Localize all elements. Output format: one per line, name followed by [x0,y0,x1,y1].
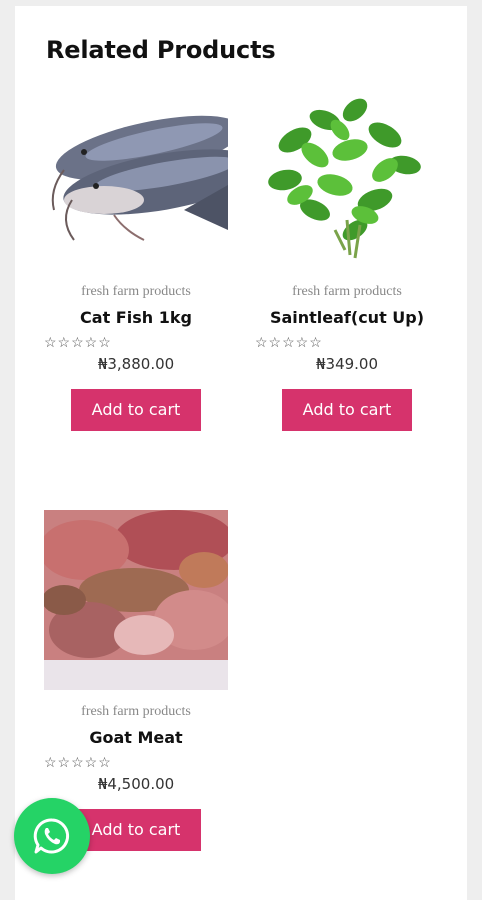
add-to-cart-button[interactable]: Add to cart [282,389,412,431]
add-to-cart-button[interactable]: Add to cart [71,389,201,431]
product-card: fresh farm products Saintleaf(cut Up) ☆☆… [255,90,439,431]
product-name[interactable]: Cat Fish 1kg [44,308,228,327]
rating-stars: ☆☆☆☆☆ [255,334,323,350]
rating-stars: ☆☆☆☆☆ [44,754,112,770]
product-category: fresh farm products [81,284,191,299]
product-card: fresh farm products Cat Fish 1kg ☆☆☆☆☆ ₦… [44,90,228,431]
catfish-image[interactable] [44,90,228,270]
product-price: ₦3,880.00 [97,355,175,373]
product-name[interactable]: Saintleaf(cut Up) [255,308,439,327]
product-price: ₦349.00 [315,355,379,373]
rating-stars: ☆☆☆☆☆ [44,334,112,350]
whatsapp-button[interactable] [14,798,90,874]
product-price: ₦4,500.00 [97,775,175,793]
section-title: Related Products [46,36,276,64]
add-to-cart-button[interactable]: Add to cart [71,809,201,851]
product-card: fresh farm products Goat Meat ☆☆☆☆☆ ₦4,5… [44,510,228,851]
product-category: fresh farm products [81,704,191,719]
product-name[interactable]: Goat Meat [44,728,228,747]
whatsapp-icon [33,818,70,854]
scentleaf-image[interactable] [255,90,439,270]
product-category: fresh farm products [292,284,402,299]
goat-meat-image[interactable] [44,510,228,690]
